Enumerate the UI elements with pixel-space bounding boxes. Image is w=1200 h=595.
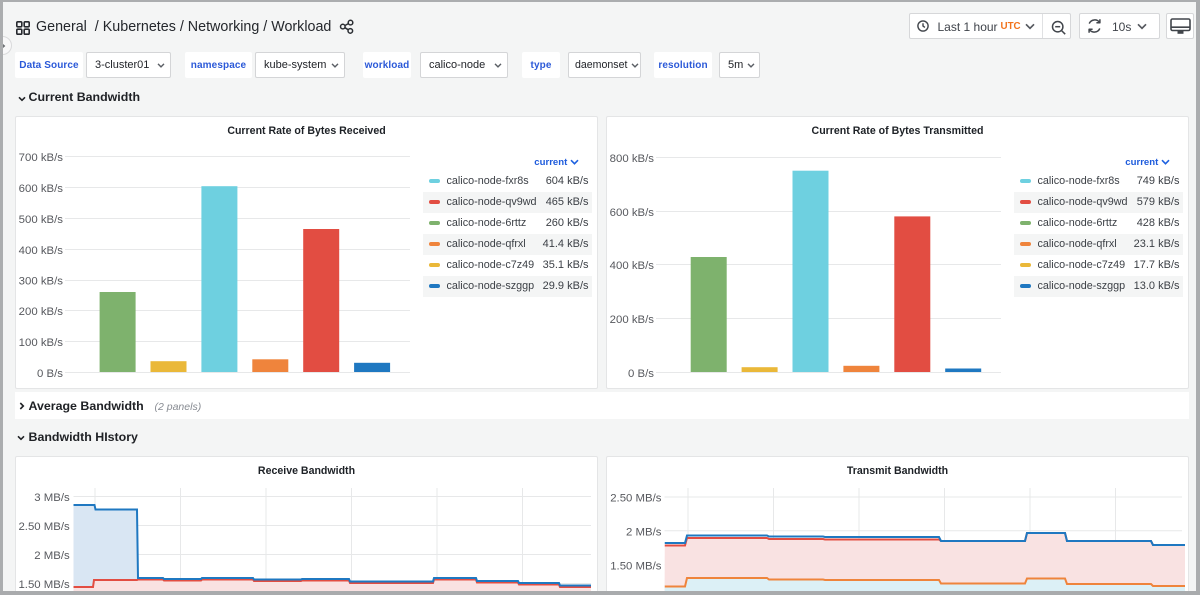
svg-text:0 B/s: 0 B/s (37, 368, 63, 380)
svg-text:1.50 MB/s: 1.50 MB/s (610, 560, 662, 572)
svg-text:700 kB/s: 700 kB/s (19, 152, 64, 164)
svg-text:200 kB/s: 200 kB/s (610, 314, 655, 326)
svg-text:0 B/s: 0 B/s (628, 368, 654, 380)
svg-text:2.50 MB/s: 2.50 MB/s (18, 521, 70, 533)
svg-text:300 kB/s: 300 kB/s (19, 276, 64, 288)
svg-text:1.50 MB/s: 1.50 MB/s (18, 579, 70, 591)
svg-text:100 kB/s: 100 kB/s (19, 337, 64, 349)
svg-text:2.50 MB/s: 2.50 MB/s (610, 492, 662, 504)
svg-text:3 MB/s: 3 MB/s (34, 492, 70, 504)
svg-text:2 MB/s: 2 MB/s (34, 550, 70, 562)
svg-text:400 kB/s: 400 kB/s (19, 245, 64, 257)
svg-text:500 kB/s: 500 kB/s (19, 214, 64, 226)
svg-text:200 kB/s: 200 kB/s (19, 306, 64, 318)
svg-text:600 kB/s: 600 kB/s (19, 183, 64, 195)
svg-text:800 kB/s: 800 kB/s (610, 153, 655, 165)
svg-text:600 kB/s: 600 kB/s (610, 207, 655, 219)
svg-text:400 kB/s: 400 kB/s (610, 260, 655, 272)
svg-text:2 MB/s: 2 MB/s (626, 526, 662, 538)
